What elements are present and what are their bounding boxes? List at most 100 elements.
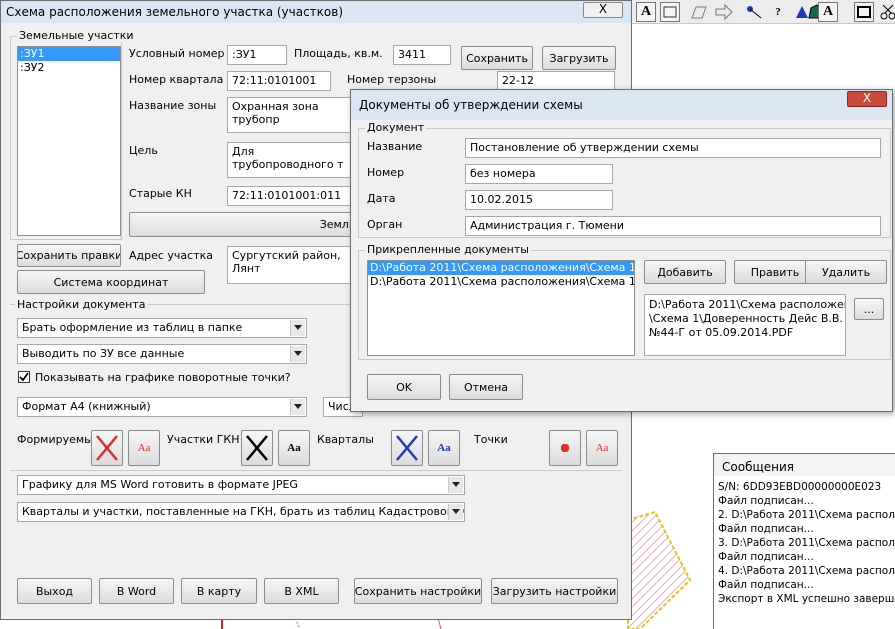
node-edit-icon[interactable]	[744, 2, 764, 22]
cancel-label: Отмена	[463, 380, 509, 394]
area-field[interactable]: 3411	[393, 45, 451, 65]
address-label: Адрес участка	[129, 249, 214, 262]
edit-doc-label: Править	[750, 265, 800, 279]
doc-path-field[interactable]: D:\Работа 2011\Схема расположения \Схема…	[644, 294, 846, 356]
quarters-label: Кварталы	[317, 433, 374, 446]
old-kn-field[interactable]: 72:11:0101001:011	[227, 186, 353, 206]
formed-text-style-button[interactable]: Aa	[128, 430, 160, 466]
load-settings-label: Загрузить настройки	[492, 584, 617, 598]
output-select[interactable]: Выводить по ЗУ все данные	[17, 344, 307, 364]
save-edits-button[interactable]: Сохранить правки	[17, 244, 121, 267]
points-marker-style-button[interactable]	[549, 430, 581, 466]
main-title-bar: Схема расположения земельного участка (у…	[1, 1, 631, 23]
add-doc-label: Добавить	[657, 265, 713, 279]
formed-line-style-button[interactable]	[91, 430, 123, 466]
text-a-icon[interactable]: A	[636, 2, 656, 22]
chevron-down-icon	[290, 320, 305, 336]
exit-button[interactable]: Выход	[17, 578, 92, 604]
list-item[interactable]: :ЗУ1	[18, 47, 120, 61]
to-word-button[interactable]: В Word	[99, 578, 174, 604]
cancel-button[interactable]: Отмена	[449, 374, 523, 400]
list-item[interactable]: D:\Работа 2011\Схема расположения\Схема …	[368, 261, 634, 275]
ok-button[interactable]: OK	[367, 374, 441, 400]
format-select-value: Формат А4 (книжный)	[22, 400, 151, 413]
rectangle-icon[interactable]	[660, 2, 680, 22]
scissors-icon[interactable]	[878, 2, 895, 22]
to-map-button[interactable]: В карту	[181, 578, 257, 604]
doc-authority-field[interactable]: Администрация г. Тюмени	[465, 216, 881, 236]
approval-docs-dialog: Документы об утверждении схемы X Докумен…	[350, 89, 893, 412]
delete-doc-button[interactable]: Удалить	[805, 260, 887, 284]
save-button-label: Сохранить	[466, 51, 528, 65]
load-settings-button[interactable]: Загрузить настройки	[491, 578, 618, 604]
show-points-checkbox[interactable]	[18, 371, 30, 383]
check-icon	[19, 372, 29, 382]
save-button[interactable]: Сохранить	[461, 46, 533, 70]
text-angle-icon[interactable]: A	[818, 2, 838, 22]
list-item[interactable]: D:\Работа 2011\Схема расположения\Схема …	[368, 275, 634, 289]
word-graphics-value: Графику для MS Word готовить в формате J…	[22, 478, 298, 491]
purpose-field[interactable]: Для трубопроводного т	[227, 142, 357, 178]
save-settings-label: Сохранить настройки	[354, 584, 482, 598]
load-button[interactable]: Загрузить	[542, 46, 616, 70]
doc-date-field[interactable]: 10.02.2015	[465, 190, 613, 210]
cross-black-icon	[246, 435, 268, 461]
cond-number-label: Условный номер	[129, 47, 225, 60]
load-button-label: Загрузить	[549, 51, 609, 65]
quarters-line-style-button[interactable]	[391, 430, 423, 466]
coord-system-button[interactable]: Система координат	[17, 270, 205, 294]
output-select-value: Выводить по ЗУ все данные	[22, 347, 185, 360]
attached-group-title: Прикрепленные документы	[365, 243, 531, 256]
red-dot-icon	[561, 444, 569, 452]
doc-number-field[interactable]: без номера	[465, 164, 613, 184]
parcels-list[interactable]: :ЗУ1 :ЗУ2	[17, 46, 121, 236]
ok-label: OK	[396, 380, 412, 394]
close-icon: X	[598, 2, 608, 16]
attached-docs-list[interactable]: D:\Работа 2011\Схема расположения\Схема …	[367, 260, 635, 356]
cadastral-select[interactable]: Кварталы и участки, поставленные на ГКН,…	[17, 502, 465, 522]
zone-name-label: Название зоны	[129, 99, 217, 112]
edit-doc-button[interactable]: Править	[734, 260, 816, 284]
cond-number-field[interactable]: :ЗУ1	[227, 45, 287, 65]
address-field[interactable]: Сургутский район, Лянт	[227, 246, 357, 284]
quarters-text-style-button[interactable]: Aa	[428, 430, 460, 466]
question-line-icon[interactable]: ?	[768, 2, 788, 22]
format-select[interactable]: Формат А4 (книжный)	[17, 397, 307, 417]
chevron-down-icon	[290, 346, 305, 362]
text-angle-glyph: A	[822, 4, 834, 19]
save-settings-button[interactable]: Сохранить настройки	[354, 578, 482, 604]
design-select[interactable]: Брать оформление из таблиц в папке	[17, 318, 307, 338]
gkn-line-style-button[interactable]	[241, 430, 273, 466]
messages-list[interactable]: S/N: 6DD93EBD00000000E023 Файл подписан.…	[718, 480, 895, 629]
browse-button[interactable]: ...	[854, 298, 884, 320]
shape-icon[interactable]	[689, 2, 709, 22]
main-close-button[interactable]: X	[583, 2, 623, 18]
list-item[interactable]: :ЗУ2	[18, 61, 120, 75]
quarter-field[interactable]: 72:11:0101001	[227, 71, 331, 91]
gkn-text-style-button[interactable]: Aa	[278, 430, 310, 466]
quarters-aa-label: Aa	[437, 442, 451, 454]
messages-panel: Сообщения S/N: 6DD93EBD00000000E023 Файл…	[713, 453, 895, 629]
text-a-glyph: A	[640, 4, 652, 19]
to-xml-label: В XML	[284, 584, 319, 598]
message-line: Файл подписан...	[718, 523, 814, 535]
coord-system-label: Система координат	[53, 275, 169, 289]
frame-icon[interactable]	[854, 2, 874, 22]
terzone-field[interactable]: 22-12	[497, 71, 615, 91]
add-doc-button[interactable]: Добавить	[644, 260, 726, 284]
zone-name-field[interactable]: Охранная зона трубопр	[227, 97, 357, 133]
terzone-label: Номер терзоны	[347, 73, 437, 86]
dialog-close-button[interactable]: X	[847, 91, 887, 107]
doc-authority-label: Орган	[367, 218, 403, 231]
points-text-style-button[interactable]: Aa	[586, 430, 618, 466]
area-label: Площадь, кв.м.	[294, 47, 383, 60]
word-graphics-select[interactable]: Графику для MS Word готовить в формате J…	[17, 475, 465, 495]
gkn-label: Участки ГКН	[167, 433, 240, 446]
lands-button[interactable]: Земли	[129, 212, 369, 237]
to-xml-button[interactable]: В XML	[264, 578, 339, 604]
parcel-shape	[627, 510, 692, 629]
arrow-shape-icon[interactable]	[714, 2, 734, 22]
doc-name-field[interactable]: Постановление об утверждении схемы	[465, 138, 881, 158]
to-map-label: В карту	[196, 584, 242, 598]
close-icon: X	[862, 91, 872, 105]
